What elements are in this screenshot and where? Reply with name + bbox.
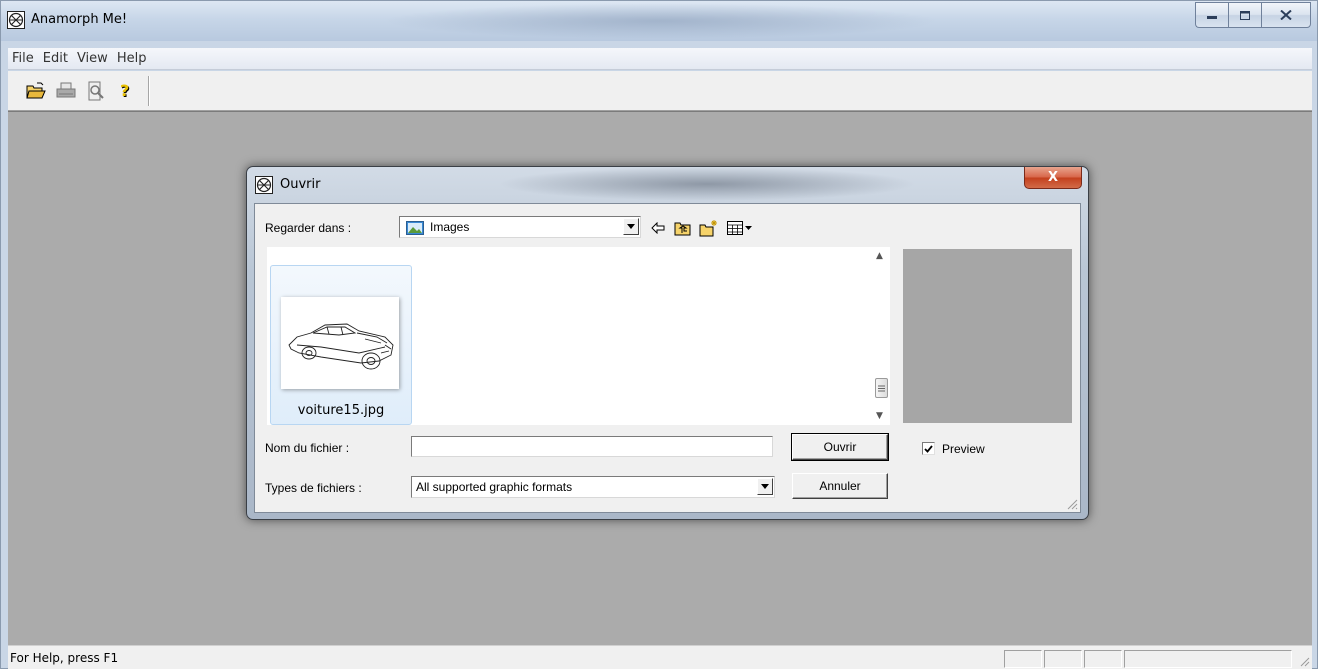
- window-controls: [1195, 2, 1311, 28]
- file-thumbnail: [281, 297, 399, 389]
- menu-edit[interactable]: Edit: [39, 51, 73, 66]
- open-folder-icon: [26, 82, 46, 98]
- new-folder-button[interactable]: [699, 218, 719, 238]
- back-arrow-icon: [651, 222, 665, 234]
- minimize-button[interactable]: [1195, 2, 1228, 28]
- dialog-close-button[interactable]: X: [1024, 167, 1082, 189]
- up-folder-button[interactable]: [673, 218, 693, 238]
- status-pane: [1044, 650, 1082, 668]
- file-list-scrollbar[interactable]: ▲ ▼: [873, 247, 890, 425]
- open-button[interactable]: [22, 77, 50, 105]
- dialog-resize-grip-icon[interactable]: [1066, 498, 1078, 510]
- preview-pane: [903, 249, 1072, 423]
- menu-file[interactable]: File: [8, 51, 39, 66]
- back-button[interactable]: [648, 218, 668, 238]
- svg-text:?: ?: [120, 81, 129, 100]
- dialog-title-glow: [497, 167, 917, 201]
- filetype-label: Types de fichiers :: [265, 481, 362, 495]
- menu-view[interactable]: View: [73, 51, 113, 66]
- open-button[interactable]: Ouvrir: [791, 433, 889, 461]
- title-glow: [381, 3, 941, 39]
- app-icon: [7, 11, 25, 29]
- print-icon: [56, 82, 76, 97]
- preview-label[interactable]: Preview: [942, 442, 985, 456]
- car-sketch-icon: [288, 323, 394, 370]
- filename-label: Nom du fichier :: [265, 441, 350, 455]
- close-button[interactable]: [1261, 2, 1311, 28]
- view-details-icon: [727, 221, 752, 235]
- minimize-icon: [1207, 16, 1217, 19]
- status-pane: [1124, 650, 1292, 668]
- status-pane: [1004, 650, 1042, 668]
- filetype-combo[interactable]: All supported graphic formats: [411, 476, 775, 498]
- filetype-dropdown-button[interactable]: [757, 478, 773, 495]
- maximize-button[interactable]: [1228, 2, 1261, 28]
- new-folder-icon: [699, 220, 717, 237]
- cancel-button[interactable]: Annuler: [792, 473, 888, 499]
- menu-bar: File Edit View Help: [8, 48, 1312, 70]
- dialog-app-icon: [255, 176, 273, 194]
- look-in-combo[interactable]: Images: [399, 216, 641, 238]
- file-name: voiture15.jpg: [297, 403, 385, 418]
- dialog-title: Ouvrir: [280, 177, 321, 192]
- maximize-icon: [1240, 10, 1250, 20]
- menu-help[interactable]: Help: [113, 51, 152, 66]
- status-text: For Help, press F1: [10, 651, 119, 665]
- file-item[interactable]: voiture15.jpg: [270, 265, 412, 425]
- toolbar-separator: [148, 75, 150, 106]
- print-preview-icon: [88, 81, 104, 100]
- print-preview-button[interactable]: [82, 77, 110, 105]
- status-bar: For Help, press F1: [8, 645, 1312, 669]
- look-in-value: Images: [430, 220, 470, 234]
- help-button[interactable]: ? ?: [112, 77, 140, 105]
- file-list[interactable]: voiture15.jpg ▲ ▼: [267, 247, 890, 425]
- dialog-body: Regarder dans : Images voiture15.jpg ▲ ▼…: [254, 203, 1081, 513]
- status-pane: [1084, 650, 1122, 668]
- scroll-down-icon[interactable]: ▼: [876, 411, 883, 421]
- pictures-folder-icon: [406, 221, 424, 235]
- grip-lines-icon: [878, 385, 885, 391]
- scroll-up-icon[interactable]: ▲: [876, 251, 883, 261]
- preview-checkbox[interactable]: [922, 442, 935, 455]
- open-dialog: Ouvrir X Regarder dans : Images voiture1…: [246, 166, 1089, 520]
- filename-input[interactable]: [411, 436, 773, 457]
- title-bar[interactable]: Anamorph Me!: [1, 1, 1317, 41]
- filetype-value: All supported graphic formats: [416, 480, 573, 494]
- view-menu-button[interactable]: [725, 218, 755, 238]
- checkmark-icon: [924, 444, 933, 453]
- look-in-dropdown-button[interactable]: [623, 218, 639, 235]
- up-folder-icon: [674, 222, 691, 236]
- window-title: Anamorph Me!: [31, 12, 128, 27]
- scroll-thumb[interactable]: [875, 378, 888, 398]
- chevron-down-icon: [627, 224, 635, 229]
- resize-grip-icon[interactable]: [1298, 655, 1310, 667]
- help-icon: ? ?: [120, 81, 130, 101]
- close-icon: X: [1047, 170, 1059, 185]
- close-icon: [1280, 10, 1292, 20]
- main-window: Anamorph Me! File Edit View Help ? ? For…: [0, 0, 1318, 669]
- toolbar: ? ?: [8, 71, 1312, 111]
- look-in-label: Regarder dans :: [265, 221, 352, 235]
- chevron-down-icon: [761, 484, 769, 489]
- print-button[interactable]: [52, 77, 80, 105]
